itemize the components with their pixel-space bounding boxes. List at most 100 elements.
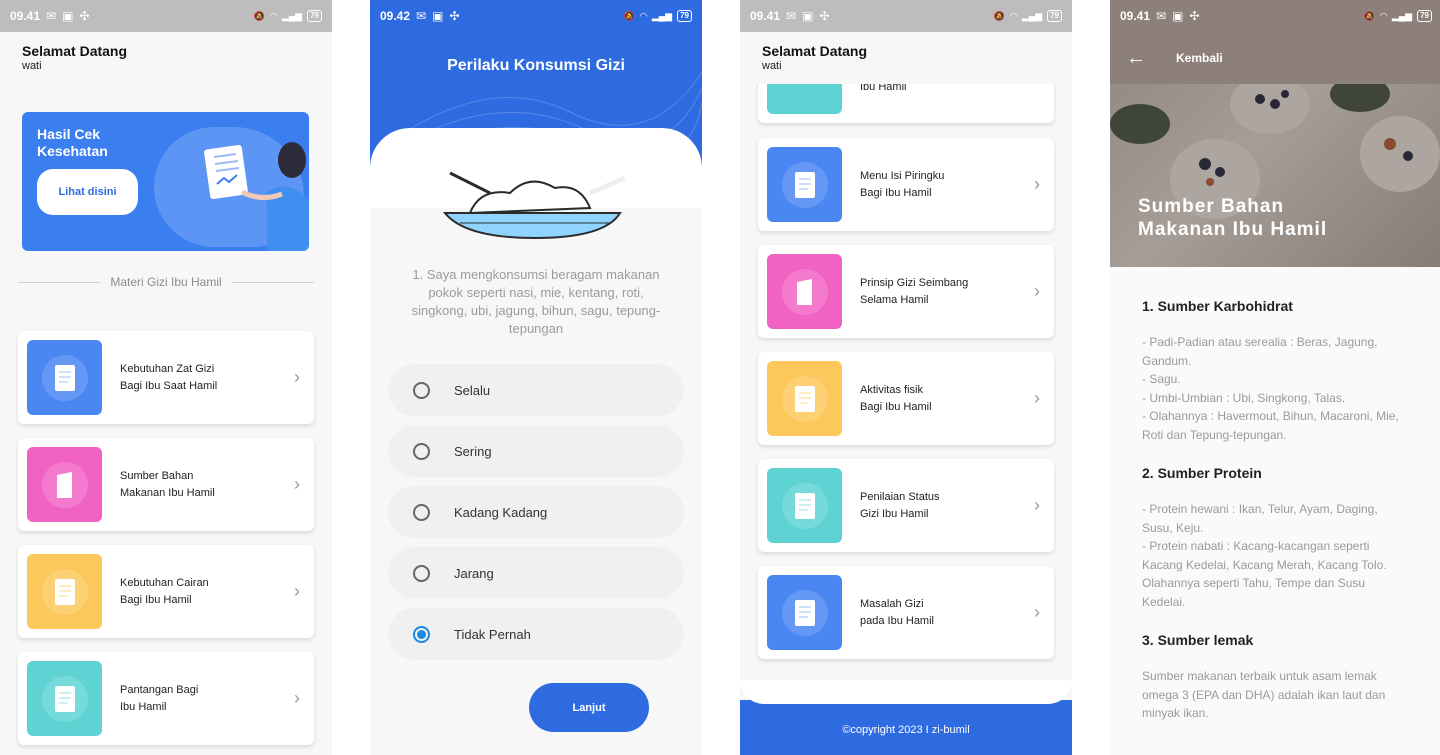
mail-icon: ✉ (416, 9, 427, 23)
card-thumbnail (27, 447, 102, 522)
image-icon: ▣ (62, 9, 74, 23)
document-icon (794, 599, 815, 626)
copyright-text: ©copyright 2023 I zi-bumil (842, 724, 970, 736)
section-text: Sumber makanan terbaik untuk asam lemak … (1142, 669, 1386, 720)
option-sometimes[interactable]: Kadang Kadang (388, 486, 684, 538)
card-thumbnail (27, 554, 102, 629)
document-icon (794, 492, 815, 519)
section-heading: 3. Sumber lemak (1142, 632, 1254, 648)
material-card-status-assessment[interactable]: Penilaian Status Gizi Ibu Hamil › (758, 459, 1054, 552)
status-bar: 09.41 ✉ ▣ ✣ 🔕 ◠ ▂▄▆ 79 (0, 0, 332, 32)
section-divider: Materi Gizi Ibu Hamil (18, 272, 315, 292)
home-screen: 09.41 ✉ ▣ ✣ 🔕 ◠ ▂▄▆ 79 Selamat Datang wati Has… (0, 0, 332, 755)
material-card-my-plate[interactable]: Menu Isi Piringku Bagi Ibu Hamil › (758, 138, 1054, 231)
greeting-header: Selamat Datang wati (740, 32, 1072, 84)
chevron-right-icon: › (1034, 495, 1040, 515)
card-label: Penilaian Status Gizi Ibu Hamil (860, 491, 940, 520)
app-icon: ✣ (819, 9, 830, 23)
image-icon: ▣ (802, 9, 814, 23)
article-screen: 09.41 ✉ ▣ ✣ 🔕 ◠ ▂▄▆ 79 ← Kembali Sumber Bahan M… (1110, 0, 1440, 755)
section-title: Materi Gizi Ibu Hamil (110, 275, 222, 289)
battery-icon: 79 (1047, 10, 1062, 22)
username: wati (762, 60, 782, 72)
radio-button-selected[interactable] (413, 625, 430, 643)
next-button[interactable]: Lanjut (529, 683, 649, 732)
option-often[interactable]: Sering (388, 425, 684, 477)
greeting-title: Selamat Datang (22, 43, 128, 59)
material-card-nutrient-needs[interactable]: Kebutuhan Zat Gizi Bagi Ibu Saat Hamil › (18, 331, 314, 424)
see-here-button[interactable]: Lihat disini (37, 169, 138, 215)
card-label: Masalah Gizi pada Ibu Hamil (860, 598, 934, 627)
radio-button[interactable] (413, 564, 430, 582)
card-label: Menu Isi Piringku Bagi Ibu Hamil (860, 170, 945, 199)
chevron-right-icon: › (1034, 281, 1040, 301)
radio-button[interactable] (413, 381, 430, 399)
card-label: Sumber Bahan Makanan Ibu Hamil (120, 470, 215, 499)
document-icon (794, 171, 815, 198)
chevron-right-icon: › (294, 581, 300, 601)
quiz-screen: 09.42 ✉ ▣ ✣ 🔕 ◠ ▂▄▆ 79 Perilaku Konsumsi Gizi … (370, 0, 702, 755)
status-time: 09.42 (380, 9, 411, 23)
card-thumbnail (27, 340, 102, 415)
health-check-card: Hasil Cek Kesehatan Lihat disini (22, 112, 309, 251)
card-label: Kebutuhan Cairan Bagi Ibu Hamil (120, 577, 209, 606)
greeting-block: Selamat Datang wati (22, 43, 127, 72)
card-thumbnail (767, 254, 842, 329)
radio-button[interactable] (413, 503, 430, 521)
document-icon (794, 385, 815, 412)
signal-icon: ▂▄▆ (1391, 10, 1413, 21)
hero-title: Sumber Bahan Makanan Ibu Hamil (1138, 196, 1328, 240)
mail-icon: ✉ (46, 9, 57, 23)
app-icon: ✣ (79, 9, 90, 23)
status-time: 09.41 (750, 9, 781, 23)
signal-icon: ▂▄▆ (651, 10, 673, 21)
status-bar: 09.41 ✉ ▣ ✣ 🔕 ◠ ▂▄▆ 79 (1110, 0, 1440, 32)
document-icon (54, 578, 75, 605)
card-thumbnail (767, 147, 842, 222)
mute-icon: 🔕 (253, 10, 265, 21)
back-label[interactable]: Kembali (1176, 51, 1223, 65)
material-card-fluid-needs[interactable]: Kebutuhan Cairan Bagi Ibu Hamil › (18, 545, 314, 638)
wifi-icon: ◠ (1379, 10, 1387, 21)
back-arrow-icon[interactable]: ← (1126, 47, 1176, 70)
app-icon: ✣ (1189, 9, 1200, 23)
battery-icon: 79 (307, 10, 322, 22)
material-card-food-sources[interactable]: Sumber Bahan Makanan Ibu Hamil › (18, 438, 314, 531)
book-icon (796, 278, 812, 305)
card-label: Pantangan Bagi Ibu Hamil (120, 684, 199, 713)
signal-icon: ▂▄▆ (281, 10, 303, 21)
hero-image: Sumber Bahan Makanan Ibu Hamil (1110, 84, 1440, 267)
card-thumbnail (27, 661, 102, 736)
material-card-physical-activity[interactable]: Aktivitas fisik Bagi Ibu Hamil › (758, 352, 1054, 445)
option-rarely[interactable]: Jarang (388, 547, 684, 599)
book-icon (56, 471, 72, 498)
mail-icon: ✉ (786, 9, 797, 23)
option-always[interactable]: Selalu (388, 364, 684, 416)
chevron-right-icon: › (294, 688, 300, 708)
battery-icon: 79 (677, 10, 692, 22)
material-card-balanced-nutrition[interactable]: Prinsip Gizi Seimbang Selama Hamil › (758, 245, 1054, 338)
card-thumbnail (767, 361, 842, 436)
radio-button[interactable] (413, 442, 430, 460)
chevron-right-icon: › (1034, 602, 1040, 622)
username: wati (22, 60, 42, 72)
document-icon (54, 364, 75, 391)
chevron-right-icon: › (1034, 388, 1040, 408)
material-card-restrictions[interactable]: Pantangan Bagi Ibu Hamil › (18, 652, 314, 745)
quiz-title: Perilaku Konsumsi Gizi (447, 57, 625, 74)
battery-icon: 79 (1417, 10, 1432, 22)
card-label: Aktivitas fisik Bagi Ibu Hamil (860, 384, 932, 413)
card-thumbnail (767, 575, 842, 650)
status-time: 09.41 (1120, 9, 1151, 23)
status-bar: 09.42 ✉ ▣ ✣ 🔕 ◠ ▂▄▆ 79 (370, 0, 702, 32)
health-card-title: Hasil Cek Kesehatan (37, 126, 108, 159)
image-icon: ▣ (1172, 9, 1184, 23)
material-card-nutrition-problems[interactable]: Masalah Gizi pada Ibu Hamil › (758, 566, 1054, 659)
option-never[interactable]: Tidak Pernah (388, 608, 684, 660)
footer-curve (740, 680, 1072, 704)
greeting-block: Selamat Datang wati (762, 43, 867, 72)
wifi-icon: ◠ (1009, 10, 1017, 21)
signal-icon: ▂▄▆ (1021, 10, 1043, 21)
mute-icon: 🔕 (1363, 10, 1375, 21)
status-time: 09.41 (10, 9, 41, 23)
